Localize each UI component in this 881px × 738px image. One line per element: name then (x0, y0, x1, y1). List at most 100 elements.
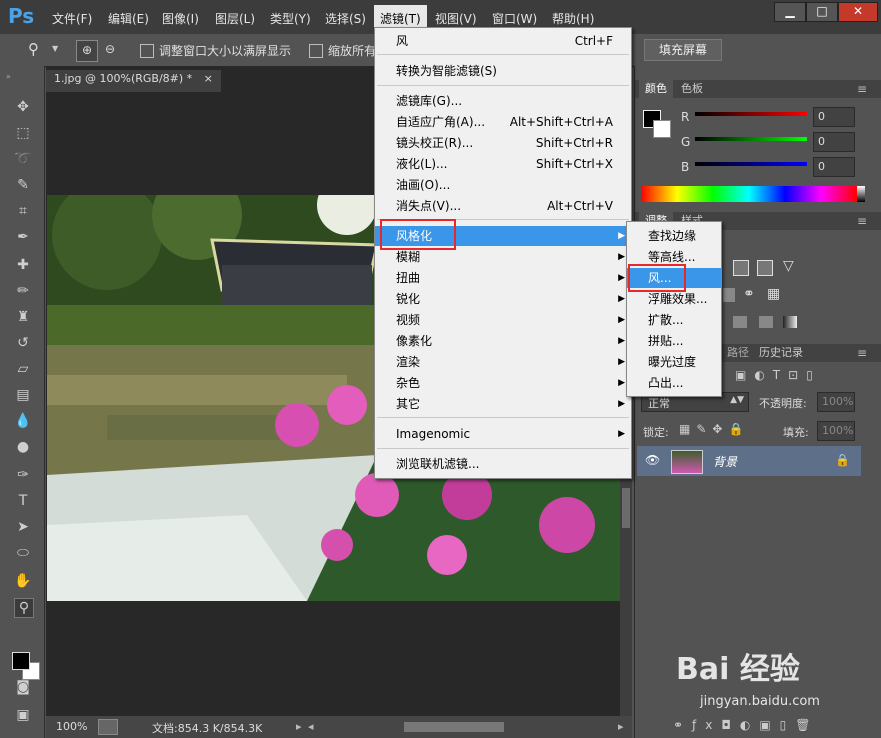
menu-item-browse-online-filters[interactable]: 浏览联机滤镜... (375, 454, 631, 474)
status-preview-icon[interactable] (98, 719, 118, 735)
history-brush-tool-icon[interactable]: ↺ (14, 334, 32, 352)
close-button[interactable]: ✕ (838, 2, 878, 22)
collapse-icon[interactable]: » (6, 72, 11, 81)
menu-view[interactable]: 视图(V) (435, 10, 477, 27)
tab-swatches[interactable]: 色板 (675, 80, 709, 98)
g-value-input[interactable]: 0 (813, 132, 855, 152)
menu-item-last-filter[interactable]: 风 Ctrl+F (375, 31, 631, 51)
menu-item-distort[interactable]: 扭曲 ▶ (375, 268, 631, 288)
submenu-item-emboss[interactable]: 浮雕效果... (627, 289, 721, 309)
zoom-tool-icon[interactable]: ⚲ (14, 598, 34, 618)
panel-menu-icon[interactable]: ≡ (857, 82, 867, 96)
curves-icon[interactable] (757, 260, 773, 276)
submenu-item-diffuse[interactable]: 扩散... (627, 310, 721, 330)
scroll-right-icon[interactable]: ▸ (618, 720, 624, 733)
brush-tool-icon[interactable]: ✏ (14, 282, 32, 300)
document-tab[interactable]: 1.jpg @ 100%(RGB/8#) * × (46, 70, 221, 92)
restore-button[interactable]: □ (806, 2, 838, 22)
visibility-eye-icon[interactable]: 👁 (645, 453, 660, 467)
grayscale-ramp[interactable] (857, 186, 865, 202)
path-select-tool-icon[interactable]: ➤ (14, 518, 32, 536)
dodge-tool-icon[interactable]: ● (14, 438, 32, 456)
move-tool-icon[interactable]: ✥ (14, 98, 32, 116)
quick-mask-icon[interactable]: ◙ (14, 678, 32, 696)
layer-name[interactable]: 背景 (713, 453, 737, 470)
eraser-tool-icon[interactable]: ▱ (14, 360, 32, 378)
layer-footer-icons[interactable]: ⚭ƒx◘◐▣▯🗑 (673, 718, 820, 732)
tab-color[interactable]: 颜色 (639, 80, 673, 98)
submenu-item-extrude[interactable]: 凸出... (627, 373, 721, 393)
menu-item-imagenomic[interactable]: Imagenomic ▶ (375, 424, 631, 444)
color-spectrum-ramp[interactable] (641, 186, 857, 202)
foreground-color-swatch-front[interactable] (12, 652, 30, 670)
menu-item-pixelate[interactable]: 像素化 ▶ (375, 331, 631, 351)
levels-icon[interactable] (733, 260, 749, 276)
fill-screen-button[interactable]: 填充屏幕 (644, 39, 722, 61)
menu-window[interactable]: 窗口(W) (492, 10, 537, 27)
minimize-button[interactable]: ▁ (774, 2, 806, 22)
menu-item-noise[interactable]: 杂色 ▶ (375, 373, 631, 393)
chevron-down-icon[interactable]: ▼ (52, 44, 58, 53)
fit-window-checkbox[interactable] (140, 44, 154, 58)
horizontal-scrollbar-thumb[interactable] (404, 722, 504, 732)
panel-menu-icon[interactable]: ≡ (857, 346, 867, 360)
b-value-input[interactable]: 0 (813, 157, 855, 177)
menu-item-liquify[interactable]: 液化(L)... Shift+Ctrl+X (375, 154, 631, 174)
zoom-out-icon[interactable]: ⊖ (100, 40, 120, 60)
zoom-level[interactable]: 100% (56, 720, 87, 733)
menu-item-lens-correction[interactable]: 镜头校正(R)... Shift+Ctrl+R (375, 133, 631, 153)
zoom-in-icon[interactable]: ⊕ (76, 40, 98, 62)
hand-tool-icon[interactable]: ✋ (14, 572, 32, 590)
stamp-tool-icon[interactable]: ♜ (14, 308, 32, 326)
panel-menu-icon[interactable]: ≡ (857, 214, 867, 228)
gradient-map-icon[interactable] (783, 316, 797, 328)
screen-mode-icon[interactable]: ▣ (14, 706, 32, 724)
quick-select-tool-icon[interactable]: ✎ (14, 176, 32, 194)
menu-help[interactable]: 帮助(H) (552, 10, 594, 27)
menu-type[interactable]: 类型(Y) (270, 10, 311, 27)
vibrance-icon[interactable] (723, 288, 735, 302)
channel-mixer-icon[interactable]: ▦ (767, 286, 780, 302)
menu-item-blur[interactable]: 模糊 ▶ (375, 247, 631, 267)
g-slider[interactable] (695, 137, 807, 141)
r-slider[interactable] (695, 112, 807, 116)
menu-item-convert-smart-filter[interactable]: 转换为智能滤镜(S) (375, 61, 631, 81)
status-menu-arrow-icon[interactable]: ▸ (296, 720, 302, 733)
type-tool-icon[interactable]: T (14, 492, 32, 510)
b-slider[interactable] (695, 162, 807, 166)
scroll-left-icon[interactable]: ◂ (308, 720, 314, 733)
submenu-item-find-edges[interactable]: 查找边缘 (627, 226, 721, 246)
menu-item-filter-gallery[interactable]: 滤镜库(G)... (375, 91, 631, 111)
posterize-icon[interactable] (733, 316, 747, 328)
ellipse-tool-icon[interactable]: ⬭ (14, 544, 32, 562)
gradient-adjust-icon[interactable]: ▽ (783, 258, 794, 274)
menu-edit[interactable]: 编辑(E) (108, 10, 149, 27)
r-value-input[interactable]: 0 (813, 107, 855, 127)
menu-file[interactable]: 文件(F) (52, 10, 92, 27)
menu-item-sharpen[interactable]: 锐化 ▶ (375, 289, 631, 309)
close-tab-icon[interactable]: × (204, 72, 213, 85)
menu-image[interactable]: 图像(I) (162, 10, 199, 27)
menu-item-video[interactable]: 视频 ▶ (375, 310, 631, 330)
menu-item-render[interactable]: 渲染 ▶ (375, 352, 631, 372)
menu-item-adaptive-wide-angle[interactable]: 自适应广角(A)... Alt+Shift+Ctrl+A (375, 112, 631, 132)
color-balance-icon[interactable]: ⚭ (743, 286, 755, 302)
tab-paths[interactable]: 路径 (721, 344, 755, 362)
healing-brush-tool-icon[interactable]: ✚ (14, 256, 32, 274)
opacity-input[interactable]: 100% (817, 392, 855, 412)
menu-layer[interactable]: 图层(L) (215, 10, 255, 27)
tab-history[interactable]: 历史记录 (753, 344, 809, 362)
menu-item-other[interactable]: 其它 ▶ (375, 394, 631, 414)
zoom-all-checkbox[interactable] (309, 44, 323, 58)
menu-item-oil-paint[interactable]: 油画(O)... (375, 175, 631, 195)
eyedropper-tool-icon[interactable]: ✒ (14, 228, 32, 246)
scrollbar-thumb[interactable] (622, 488, 630, 528)
lock-icons[interactable]: ▦✎✥🔒 (679, 422, 749, 436)
marquee-tool-icon[interactable]: ⬚ (14, 124, 32, 142)
lasso-tool-icon[interactable]: ➰ (14, 150, 32, 168)
pen-tool-icon[interactable]: ✑ (14, 466, 32, 484)
submenu-item-tiles[interactable]: 拼贴... (627, 331, 721, 351)
fill-input[interactable]: 100% (817, 421, 855, 441)
menu-select[interactable]: 选择(S) (325, 10, 366, 27)
threshold-icon[interactable] (759, 316, 773, 328)
